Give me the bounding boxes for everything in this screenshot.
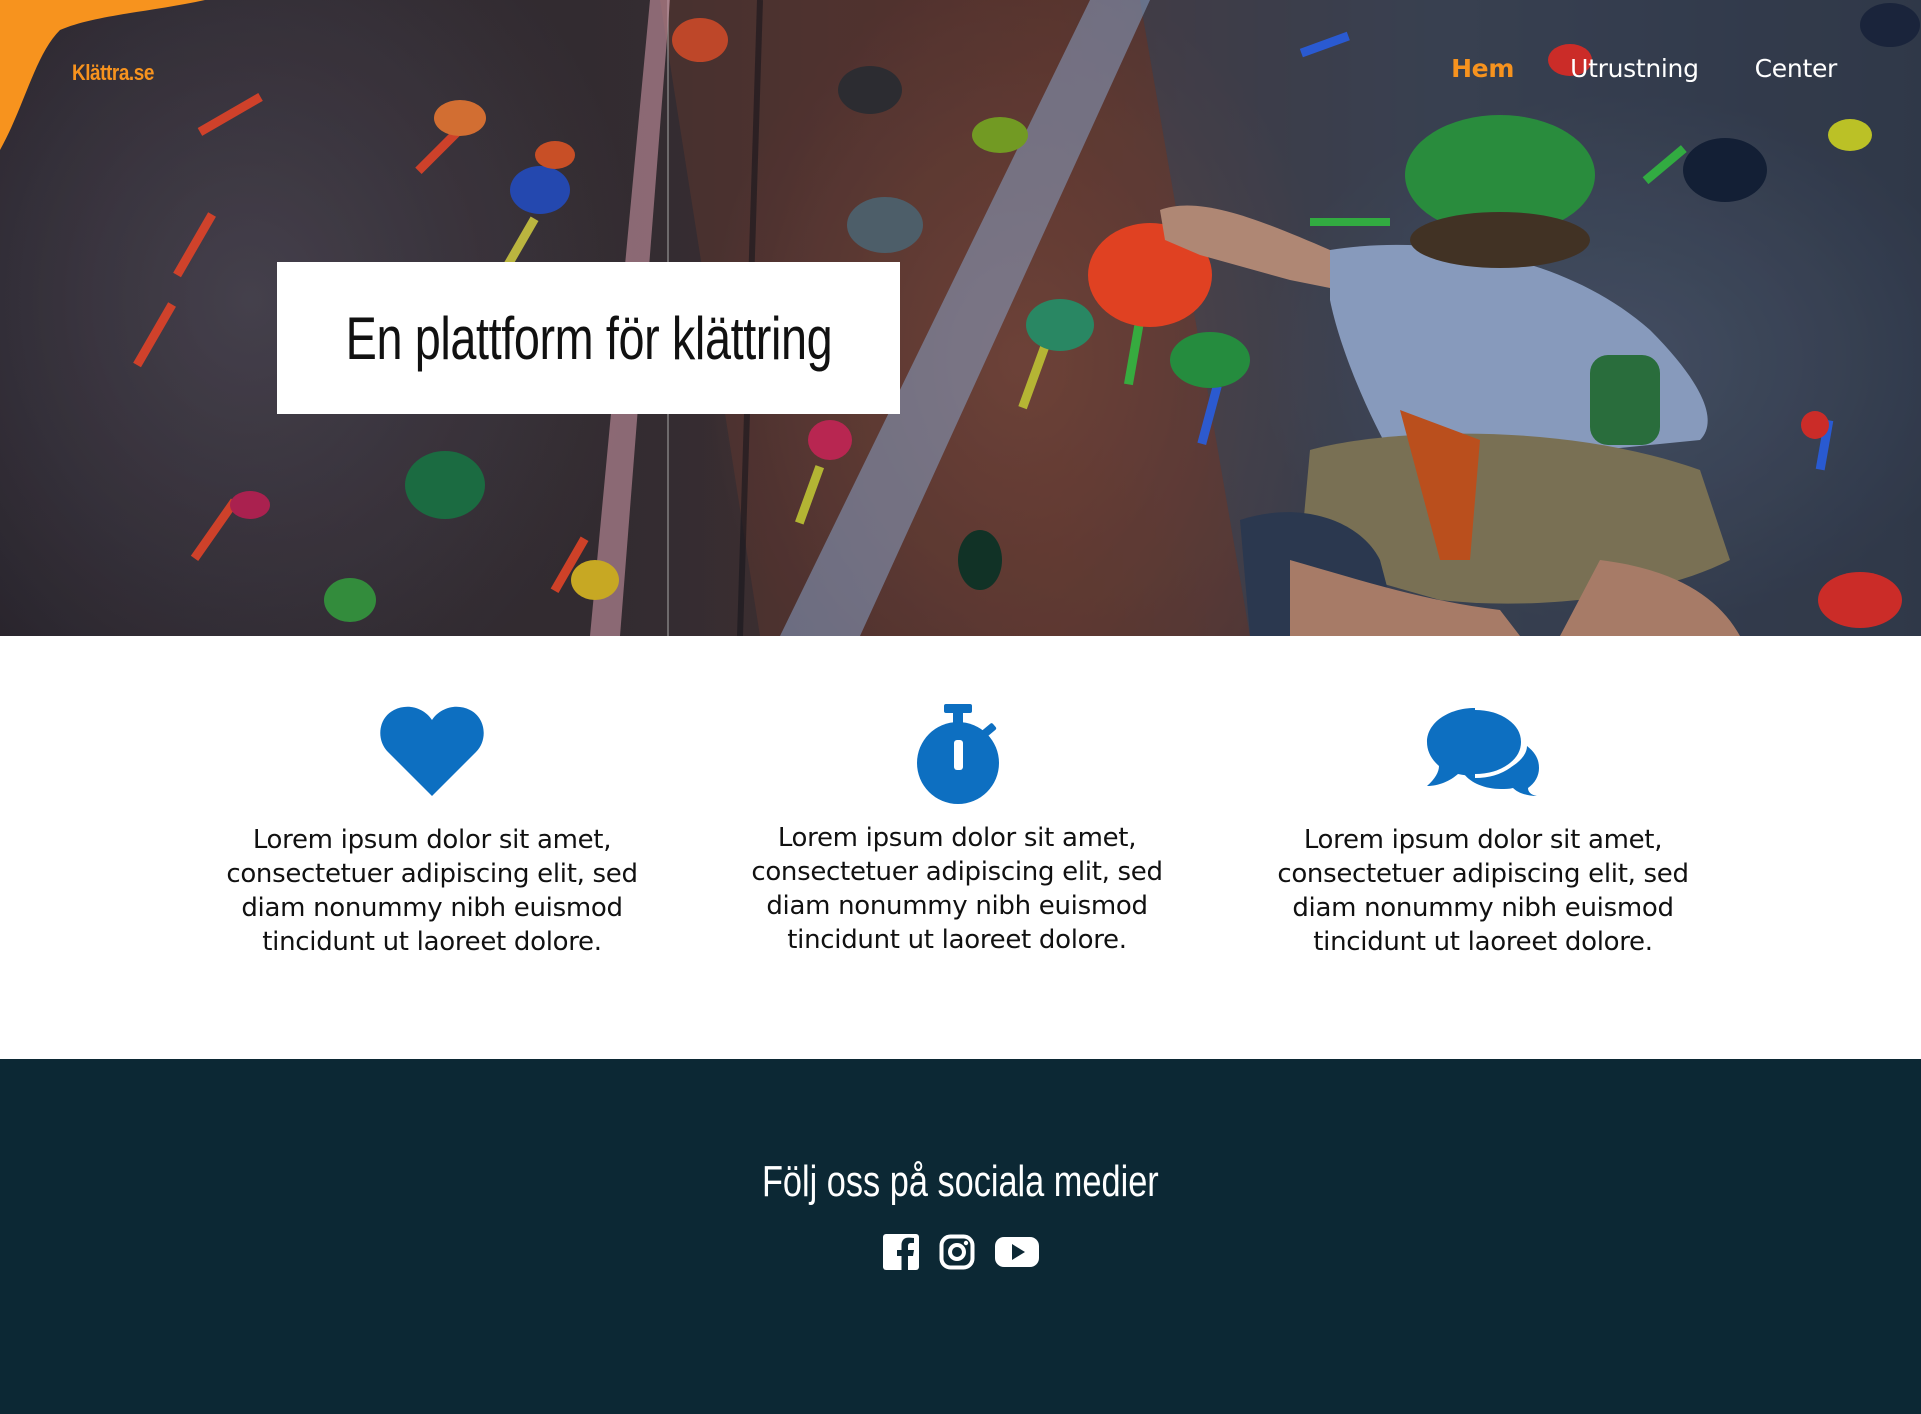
nav-item-utrustning[interactable]: Utrustning [1570, 54, 1699, 83]
site-logo[interactable]: Klättra.se [72, 60, 154, 86]
feature-card-1: Lorem ipsum dolor sit amet, consectetuer… [212, 706, 652, 959]
feature-text-2: Lorem ipsum dolor sit amet, consectetuer… [751, 823, 1163, 955]
stopwatch-icon [917, 704, 999, 804]
feature-card-2: Lorem ipsum dolor sit amet, consectetuer… [737, 704, 1177, 957]
feature-text-1: Lorem ipsum dolor sit amet, consectetuer… [226, 825, 638, 957]
social-links [0, 1234, 1921, 1270]
feature-text-3: Lorem ipsum dolor sit amet, consectetuer… [1277, 825, 1689, 957]
youtube-icon [994, 1237, 1039, 1267]
nav-item-center[interactable]: Center [1755, 54, 1838, 83]
instagram-icon [939, 1234, 974, 1270]
chat-bubbles-icon [1427, 706, 1539, 796]
nav-item-hem[interactable]: Hem [1451, 54, 1514, 83]
heart-icon [380, 706, 484, 796]
footer-title: Följ oss på sociala medier [762, 1157, 1159, 1206]
hero-title-box: En plattform för klättring [277, 262, 900, 414]
instagram-link[interactable] [939, 1234, 975, 1270]
hero-banner: Klättra.se Hem Utrustning Center En plat… [0, 0, 1921, 636]
features-section: Lorem ipsum dolor sit amet, consectetuer… [0, 636, 1921, 1059]
hero-title: En plattform för klättring [345, 304, 832, 372]
footer: Följ oss på sociala medier [0, 1059, 1921, 1414]
main-nav: Hem Utrustning Center [1451, 54, 1837, 83]
feature-card-3: Lorem ipsum dolor sit amet, consectetuer… [1263, 706, 1703, 959]
facebook-link[interactable] [882, 1234, 919, 1270]
facebook-icon [882, 1234, 919, 1270]
youtube-link[interactable] [994, 1234, 1039, 1270]
